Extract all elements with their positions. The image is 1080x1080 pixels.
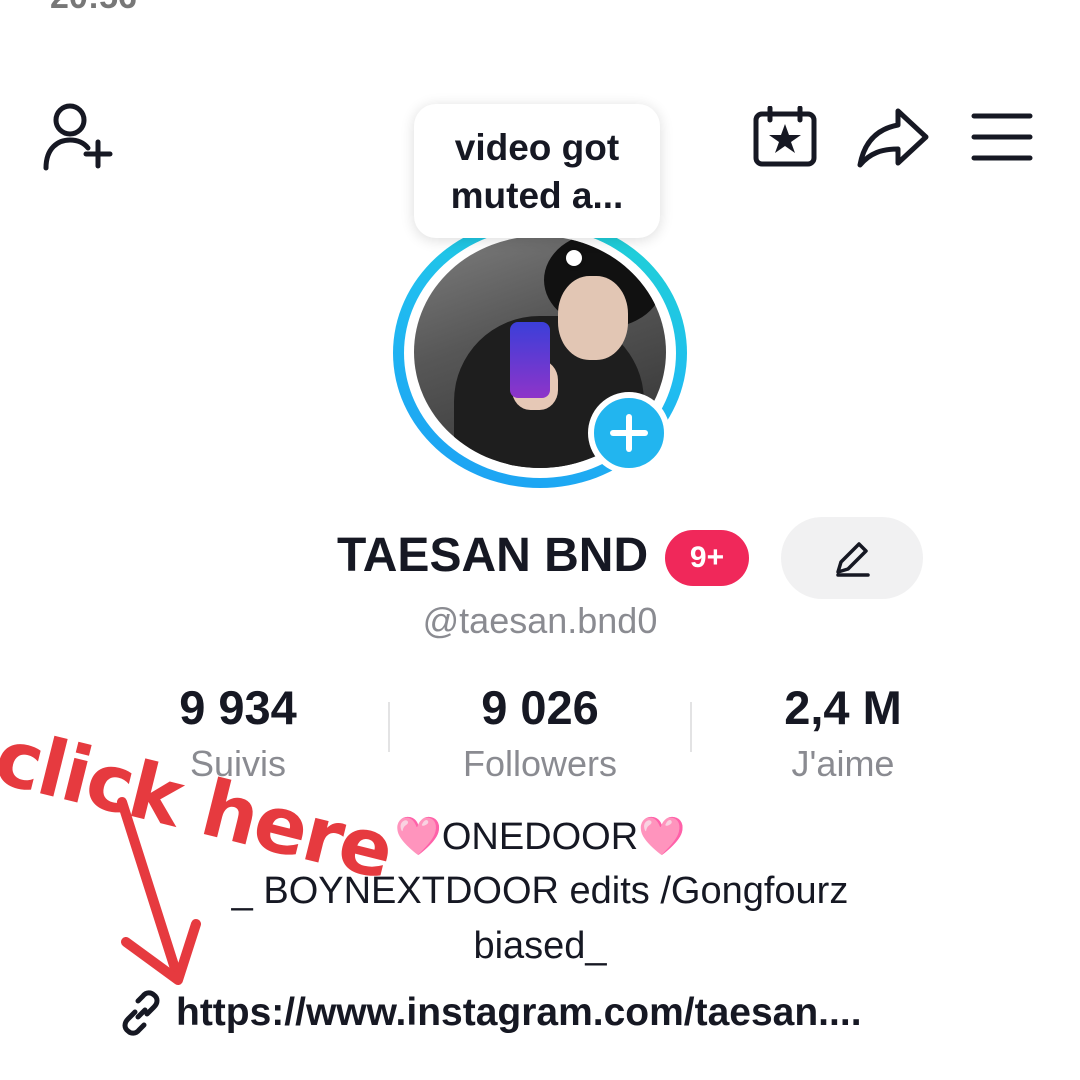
link-text: https://www.instagram.com/taesan.... [176, 991, 862, 1034]
stat-value: 9 934 [179, 681, 297, 734]
note-text-line2: muted a... [450, 175, 624, 216]
status-bar: 20:56 [0, 0, 1080, 14]
plus-icon [610, 414, 648, 452]
add-friend-icon[interactable] [40, 100, 120, 175]
bio-line: biased_ [473, 925, 607, 967]
note-bubble[interactable]: video got muted a... [414, 104, 660, 238]
note-text-line1: video got [454, 127, 620, 168]
add-story-button[interactable] [588, 392, 670, 474]
status-time: 20:56 [50, 0, 137, 14]
stat-likes[interactable]: 2,4 M J'aime [693, 680, 993, 788]
display-name: TAESAN BND [337, 529, 649, 582]
calendar-star-icon[interactable] [752, 105, 818, 168]
stat-value: 9 026 [481, 681, 599, 734]
edit-profile-button[interactable] [781, 517, 923, 599]
stat-label: Followers [462, 743, 618, 784]
bio-line: _ BOYNEXTDOOR edits /Gongfourz [231, 870, 849, 912]
heart-emoji: 🩷 [638, 816, 686, 858]
stat-followers[interactable]: 9 026 Followers [390, 680, 690, 788]
notification-badge[interactable]: 9+ [665, 530, 749, 586]
hamburger-menu-icon[interactable] [970, 110, 1034, 164]
divider [690, 702, 692, 752]
profile-link[interactable]: https://www.instagram.com/taesan.... [118, 988, 862, 1038]
share-arrow-icon[interactable] [856, 105, 932, 171]
username-handle: @taesan.bnd0 [422, 600, 658, 641]
stat-label: J'aime [791, 743, 895, 784]
heart-emoji: 🩷 [394, 816, 442, 858]
link-icon [122, 990, 160, 1036]
pencil-icon [836, 542, 870, 577]
stat-value: 2,4 M [784, 681, 902, 734]
bio-title: ONEDOOR [441, 816, 639, 858]
